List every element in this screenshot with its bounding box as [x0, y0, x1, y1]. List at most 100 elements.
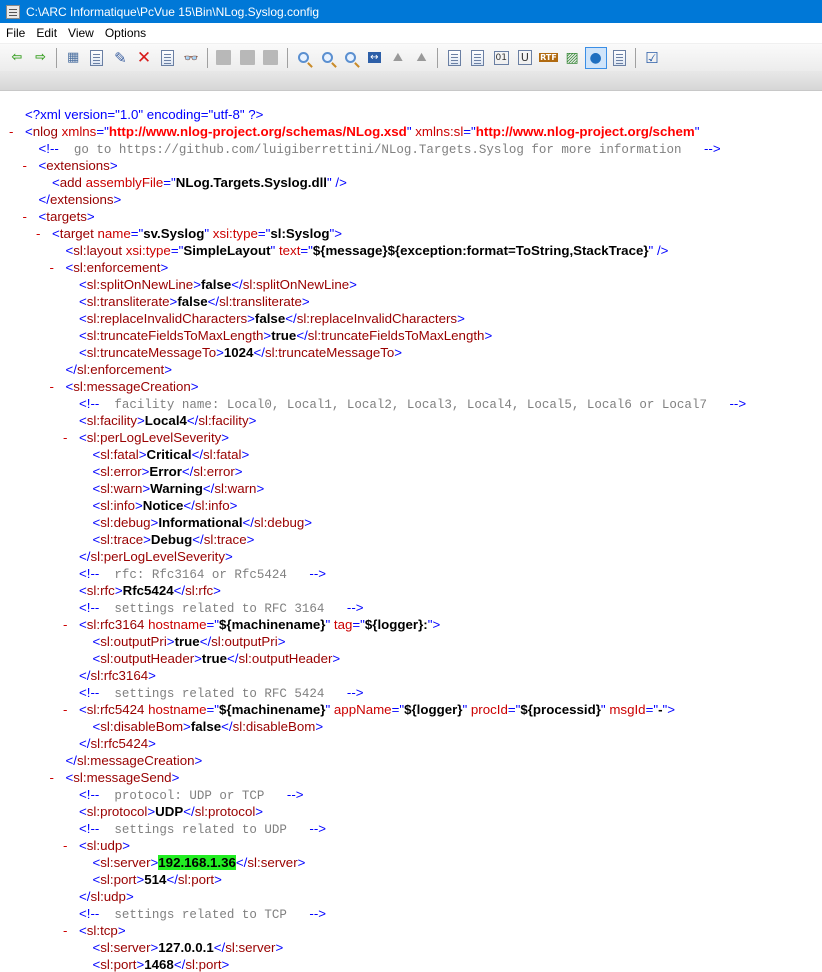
link-view-icon: ▦ [67, 50, 80, 65]
collapse-toggle[interactable]: - [50, 378, 62, 395]
xml-comment: rfc: Rfc3164 or Rfc5424 [114, 568, 287, 582]
refresh-button[interactable] [86, 47, 108, 69]
xml-line: </sl:rfc3164> [79, 668, 156, 683]
zoom-out-button[interactable] [316, 47, 338, 69]
validate-icon [161, 49, 175, 66]
xml-value: ${message}${exception:format=ToString,St… [312, 243, 649, 258]
delete-button[interactable]: ✕ [133, 47, 155, 69]
xml-value: Notice [142, 498, 184, 513]
menu-view[interactable]: View [62, 26, 99, 40]
page-numbered-button[interactable] [260, 47, 282, 69]
plugin-view-button[interactable] [608, 47, 630, 69]
forward-button[interactable]: ⇨ [30, 47, 52, 69]
collapse-toggle[interactable]: - [63, 701, 75, 718]
xml-line: - <sl:messageCreation> [49, 378, 199, 395]
collapse-toggle[interactable]: - [23, 208, 35, 225]
xml-value: 1468 [144, 957, 174, 972]
image-view-button[interactable]: ▨ [561, 47, 583, 69]
fit-width-button[interactable]: ↔ [363, 47, 385, 69]
xml-value: Local4 [144, 413, 187, 428]
xml-comment: settings related to RFC 3164 [114, 602, 325, 616]
xml-value: true [174, 634, 200, 649]
collapse-toggle[interactable]: - [50, 259, 62, 276]
fit-width-icon: ↔ [368, 52, 381, 63]
xml-line: <sl:replaceInvalidCharacters>false</sl:r… [79, 311, 465, 326]
page-icon [216, 50, 232, 65]
xml-line: - <sl:perLogLevelSeverity> [63, 429, 230, 446]
xml-comment: go to https://github.com/luigiberrettini… [73, 143, 682, 157]
xml-value: UDP [155, 804, 184, 819]
xml-line: <!-- rfc: Rfc3164 or Rfc5424 --> [79, 566, 327, 582]
menu-options[interactable]: Options [99, 26, 151, 40]
xml-line: <sl:splitOnNewLine>false</sl:splitOnNewL… [79, 277, 357, 292]
zoom-in-button[interactable] [293, 47, 315, 69]
validate-button[interactable] [157, 47, 179, 69]
xml-value: ${logger}: [364, 617, 428, 632]
xml-line: <sl:truncateMessageTo>1024</sl:truncateM… [79, 345, 403, 360]
xml-value: ${machinename} [219, 617, 326, 632]
web-view-button[interactable]: ● [584, 46, 607, 69]
options-button[interactable]: ☑ [641, 47, 663, 69]
title-bar: C:\ARC Informatique\PcVue 15\Bin\NLog.Sy… [0, 0, 822, 23]
unicode-view-button[interactable]: U [514, 47, 536, 69]
zoom-button[interactable] [340, 47, 362, 69]
xml-line: <!-- facility name: Local0, Local1, Loca… [79, 396, 747, 412]
xml-line: <sl:port>1468</sl:port> [92, 957, 230, 972]
page-lines-button[interactable] [236, 47, 258, 69]
find-icon: 👓 [183, 50, 199, 65]
mountain-alt-button[interactable]: ⛰ [411, 47, 433, 69]
binary-view-button[interactable]: 01 [490, 47, 512, 69]
collapse-toggle[interactable]: - [9, 123, 21, 140]
xml-line: <sl:disableBom>false</sl:disableBom> [92, 719, 324, 734]
xml-comment: facility name: Local0, Local1, Local2, L… [114, 398, 707, 412]
xml-value: SimpleLayout [183, 243, 271, 258]
collapse-toggle[interactable]: - [63, 837, 75, 854]
menu-file[interactable]: File [0, 26, 30, 40]
mountain-alt-icon: ⛰ [416, 50, 427, 64]
menu-edit[interactable]: Edit [30, 26, 62, 40]
edit-icon: ✎ [114, 48, 127, 67]
back-icon: ⇦ [11, 50, 23, 65]
xml-value: false [254, 311, 286, 326]
xml-line: <!-- settings related to TCP --> [79, 906, 327, 922]
xml-value: false [200, 277, 232, 292]
xml-document-view[interactable]: <?xml version="1.0" encoding="utf-8" ?> -… [0, 106, 822, 972]
xml-value: true [201, 651, 228, 666]
collapse-toggle[interactable]: - [63, 429, 75, 446]
xml-value: Rfc5424 [122, 583, 174, 598]
collapse-toggle[interactable]: - [23, 157, 35, 174]
unicode-view-icon: U [517, 50, 532, 65]
link-view-button[interactable]: ▦ [62, 47, 84, 69]
xml-line: - <sl:udp> [63, 837, 131, 854]
xml-line: </sl:perLogLevelSeverity> [79, 549, 233, 564]
xml-line: <sl:layout xsi:type="SimpleLayout" text=… [65, 243, 669, 258]
list-view-button[interactable] [467, 47, 489, 69]
zoom-in-icon [298, 52, 310, 63]
xml-value: NLog.Targets.Syslog.dll [175, 175, 327, 190]
zoom-out-icon [321, 52, 333, 63]
back-button[interactable]: ⇦ [6, 47, 28, 69]
window-title: C:\ARC Informatique\PcVue 15\Bin\NLog.Sy… [26, 4, 320, 19]
collapse-toggle[interactable]: - [36, 225, 48, 242]
xml-line: <sl:trace>Debug</sl:trace> [92, 532, 255, 547]
toolbar-divider [0, 71, 822, 91]
mountain-button[interactable]: ⛰ [387, 47, 409, 69]
xml-value: Debug [150, 532, 193, 547]
xml-value: false [190, 719, 222, 734]
xml-line: <!-- go to https://github.com/luigiberre… [38, 141, 721, 157]
page-button[interactable] [213, 47, 235, 69]
collapse-toggle[interactable]: - [63, 922, 75, 939]
text-view-button[interactable] [443, 47, 465, 69]
forward-icon: ⇨ [35, 50, 47, 65]
xml-line: </sl:enforcement> [65, 362, 172, 377]
collapse-toggle[interactable]: - [63, 616, 75, 633]
list-view-icon [471, 49, 485, 66]
collapse-toggle[interactable]: - [50, 769, 62, 786]
edit-button[interactable]: ✎ [109, 47, 131, 69]
xml-value: sl:Syslog [270, 226, 330, 241]
find-button[interactable]: 👓 [180, 47, 202, 69]
xml-value: http://www.nlog-project.org/schemas/NLog… [108, 124, 407, 139]
rtf-view-button[interactable]: RTF [537, 47, 559, 69]
page-lines-icon [239, 50, 255, 65]
xml-value: Critical [146, 447, 192, 462]
